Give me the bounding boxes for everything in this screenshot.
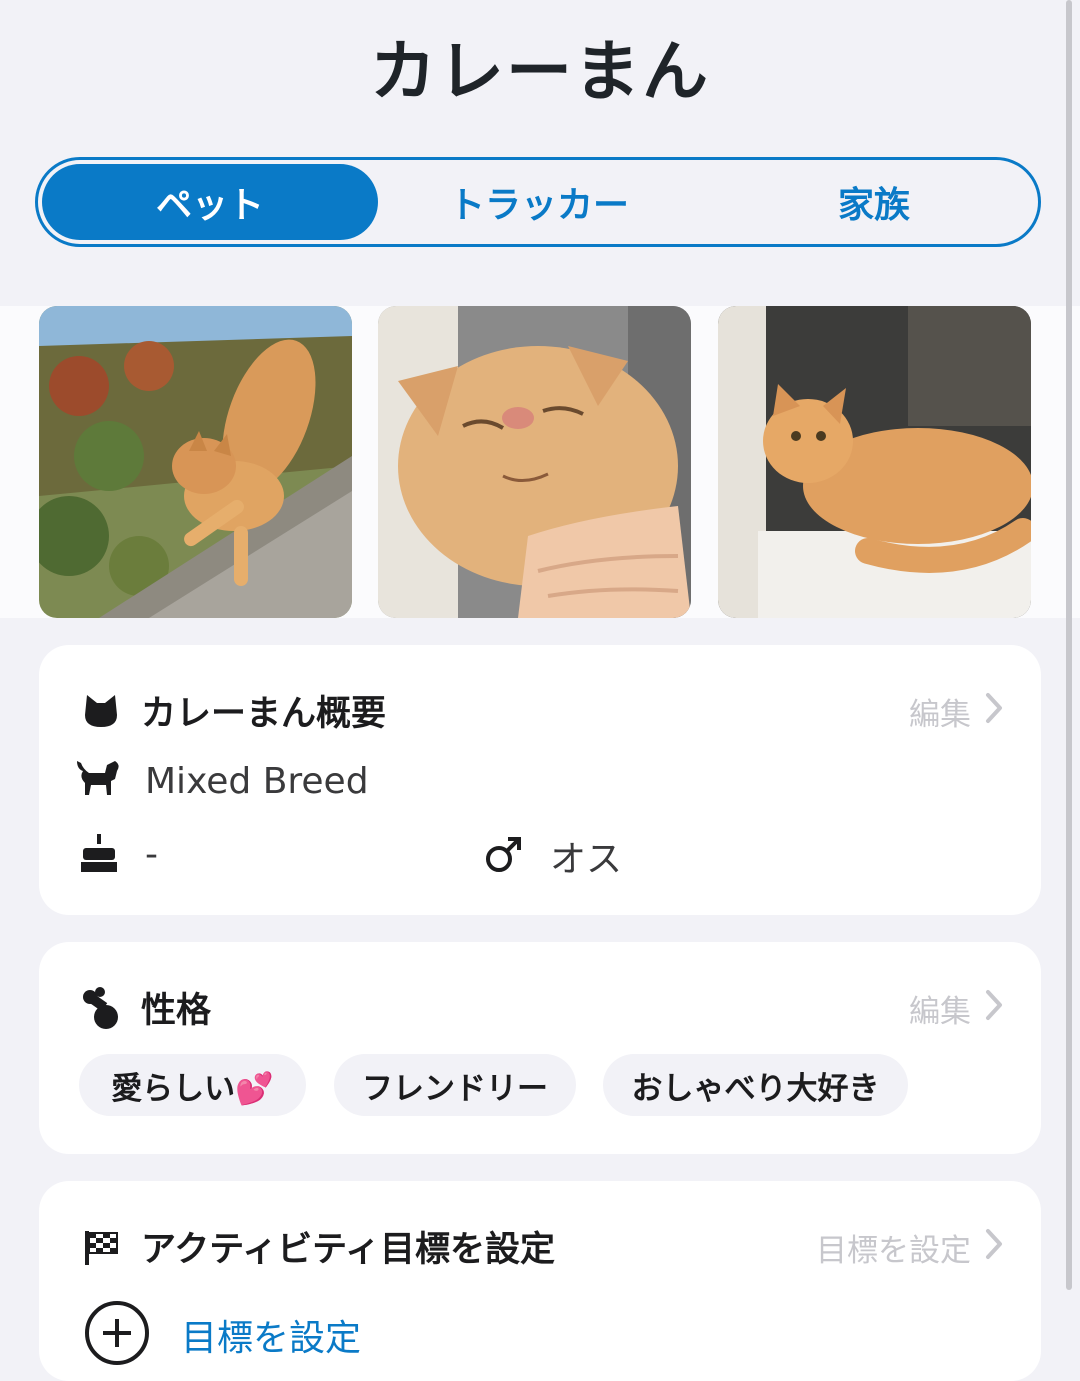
cat-icon [75,757,123,805]
overview-title: カレーまん概要 [141,694,387,734]
add-goal-row[interactable]: 目標を設定 [83,1299,361,1371]
cat-stretching-photo[interactable] [39,306,352,618]
chevron-right-icon [985,1228,1003,1268]
segmented-control: ペット トラッカー 家族 [35,157,1041,247]
birthday-row: - [79,830,158,878]
cat-lying-photo[interactable] [718,306,1031,618]
add-goal-label: 目標を設定 [181,1318,362,1359]
toy-icon [79,986,123,1030]
personality-card: 性格 編集 愛らしい💕 フレンドリー おしゃべり大好き [39,942,1041,1154]
personality-tag[interactable]: 愛らしい💕 [79,1054,306,1116]
personality-tag[interactable]: おしゃべり大好き [603,1054,908,1116]
set-goal-label: 目標を設定 [816,1233,971,1269]
personality-edit-button[interactable]: 編集 [909,986,1003,1031]
personality-tag[interactable]: フレンドリー [334,1054,576,1116]
overview-edit-button[interactable]: 編集 [909,689,1003,734]
cat-chin-scratch-photo[interactable] [378,306,691,618]
chevron-right-icon [985,989,1003,1029]
sex-text: オス [550,839,623,880]
birthday-text: - [145,833,158,875]
plus-circle-icon [83,1299,151,1371]
set-goal-button[interactable]: 目標を設定 [816,1225,1003,1270]
scrollbar[interactable] [1066,0,1072,1290]
page-title: カレーまん [370,33,710,110]
chevron-right-icon [985,692,1003,732]
overview-card: カレーまん概要 編集 Mixed Breed - オス [39,645,1041,915]
breed-text: Mixed Breed [145,760,369,802]
tab-pet[interactable]: ペット [42,164,378,240]
male-symbol-icon [484,834,524,878]
activity-title: アクティビティ目標を設定 [141,1230,556,1270]
tab-family[interactable]: 家族 [706,164,1042,240]
cat-head-icon [79,689,123,733]
tab-tracker[interactable]: トラッカー [371,164,707,240]
breed-row: Mixed Breed [75,757,369,805]
photo-gallery [0,306,1080,618]
cake-icon [79,830,119,878]
activity-goal-card: アクティビティ目標を設定 目標を設定 目標を設定 [39,1181,1041,1381]
sex-row: オス [484,830,622,882]
edit-label: 編集 [909,994,971,1030]
personality-title: 性格 [141,991,212,1031]
checkered-flag-icon [79,1225,123,1269]
edit-label: 編集 [909,697,971,733]
